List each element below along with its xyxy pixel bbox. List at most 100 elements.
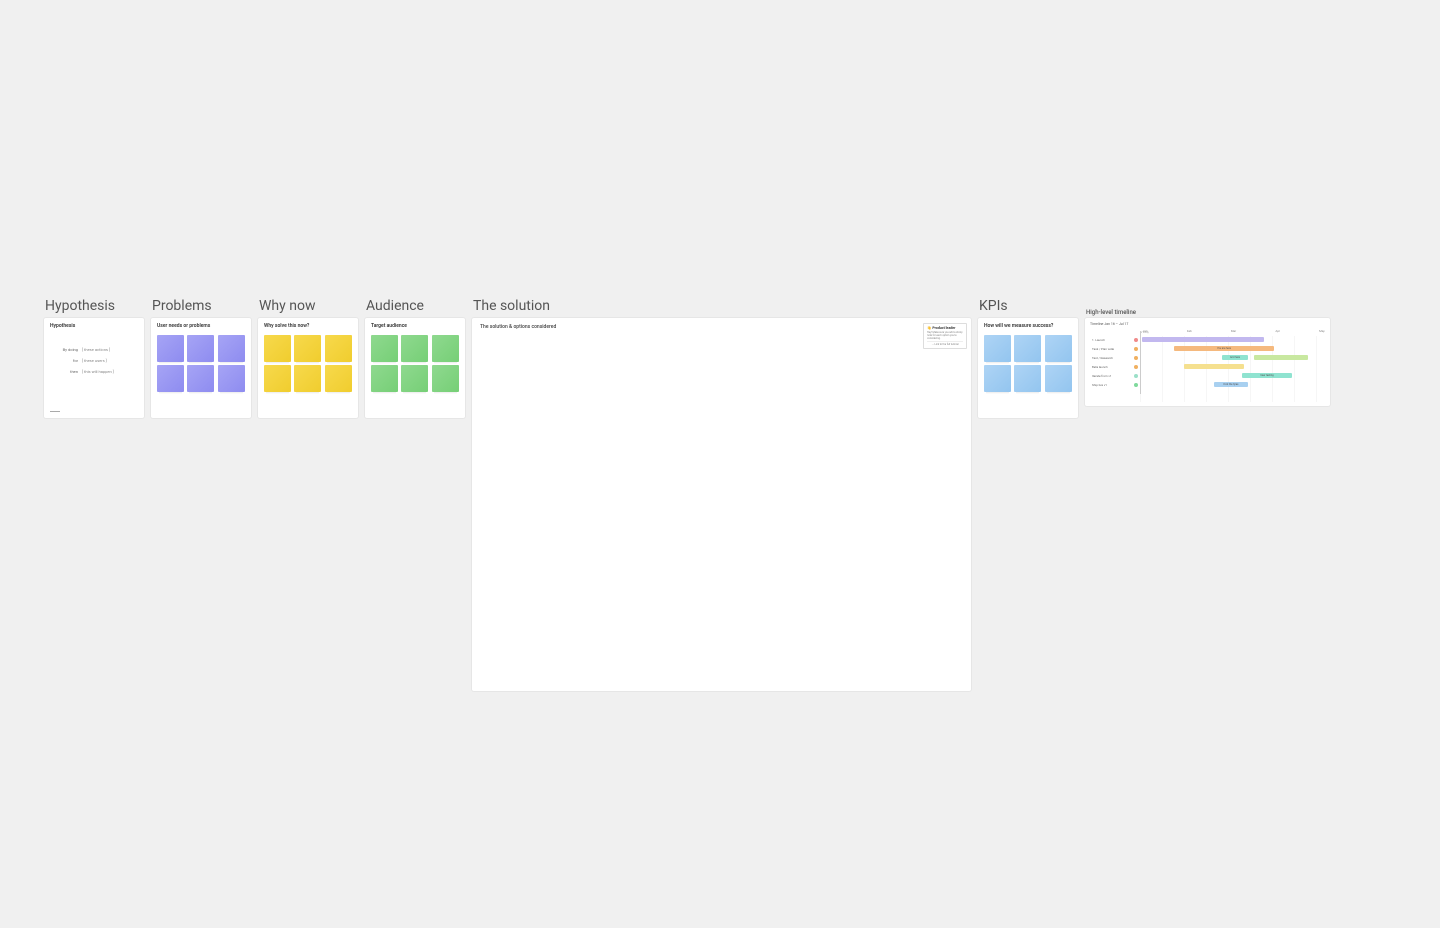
timeline-bars bbox=[1142, 362, 1325, 371]
section-title-solution: The solution bbox=[472, 298, 971, 314]
hypothesis-footer-line bbox=[50, 411, 60, 412]
frame-audience[interactable]: Target audience bbox=[365, 318, 465, 418]
product-leader-callout[interactable]: 👋Product leader Hey! Make sure you add a… bbox=[923, 323, 967, 349]
status-dot bbox=[1134, 338, 1138, 342]
section-title-whynow: Why now bbox=[258, 298, 358, 314]
sticky-note[interactable] bbox=[1014, 365, 1041, 392]
frame-title: How will we measure success? bbox=[984, 323, 1072, 329]
timeline-row[interactable]: Ship live v1 Kick the tyres bbox=[1090, 380, 1325, 389]
section-title-kpis: KPIs bbox=[978, 298, 1078, 314]
timeline-body: ⊕ today 1. LaunchTask / Plan wideYou are… bbox=[1090, 335, 1325, 389]
sticky-note[interactable] bbox=[157, 365, 184, 392]
sticky-note[interactable] bbox=[1045, 365, 1072, 392]
timeline-row[interactable]: Beta launch bbox=[1090, 362, 1325, 371]
frame-title: Hypothesis bbox=[50, 323, 138, 329]
timeline-bars: And here bbox=[1142, 353, 1325, 362]
timeline-bar[interactable]: You are here bbox=[1174, 346, 1274, 351]
section-title-problems: Problems bbox=[151, 298, 251, 314]
status-dot bbox=[1134, 365, 1138, 369]
sticky-note[interactable] bbox=[294, 335, 321, 362]
timeline-row[interactable]: Test / Research And here bbox=[1090, 353, 1325, 362]
sticky-note[interactable] bbox=[371, 335, 398, 362]
sticky-note[interactable] bbox=[264, 335, 291, 362]
timeline-row-label: Iterate from v1 bbox=[1090, 374, 1130, 378]
sticky-grid bbox=[984, 335, 1072, 392]
sticky-note[interactable] bbox=[218, 335, 245, 362]
timeline-row-label: Ship live v1 bbox=[1090, 383, 1130, 387]
frame-title: Why solve this now? bbox=[264, 323, 352, 329]
timeline-row[interactable]: Task / Plan wide You are here bbox=[1090, 344, 1325, 353]
column-whynow: Why now Why solve this now? bbox=[258, 298, 358, 418]
sticky-note[interactable] bbox=[187, 335, 214, 362]
frame-solution[interactable]: The solution & options considered 👋Produ… bbox=[472, 318, 971, 691]
sticky-note[interactable] bbox=[325, 365, 352, 392]
hypothesis-rows: By doing[ these actions ] for[ these use… bbox=[50, 347, 138, 374]
timeline-bars bbox=[1142, 335, 1325, 344]
timeline-bar[interactable]: Kick the tyres bbox=[1214, 382, 1248, 387]
status-dot bbox=[1134, 347, 1138, 351]
frame-hypothesis[interactable]: Hypothesis By doing[ these actions ] for… bbox=[44, 318, 144, 418]
status-dot bbox=[1134, 383, 1138, 387]
sticky-note[interactable] bbox=[984, 335, 1011, 362]
timeline-subheader: Timeline Jan 16 – Jul 17 bbox=[1090, 322, 1325, 326]
section-title-audience: Audience bbox=[365, 298, 465, 314]
sticky-note[interactable] bbox=[371, 365, 398, 392]
sticky-grid bbox=[371, 335, 459, 392]
column-kpis: KPIs How will we measure success? bbox=[978, 298, 1078, 418]
timeline-bar[interactable] bbox=[1254, 355, 1308, 360]
sticky-note[interactable] bbox=[984, 365, 1011, 392]
sticky-note[interactable] bbox=[157, 335, 184, 362]
sticky-note[interactable] bbox=[187, 365, 214, 392]
hypothesis-row: for[ these users ] bbox=[56, 358, 138, 363]
timeline-bars: User testing bbox=[1142, 371, 1325, 380]
timeline-row[interactable]: 1. Launch bbox=[1090, 335, 1325, 344]
timeline-bars: You are here bbox=[1142, 344, 1325, 353]
hypothesis-row: By doing[ these actions ] bbox=[56, 347, 138, 352]
frame-problems[interactable]: User needs or problems bbox=[151, 318, 251, 418]
timeline-row-label: Test / Research bbox=[1090, 356, 1130, 360]
frame-title: The solution & options considered bbox=[480, 324, 963, 330]
sticky-note[interactable] bbox=[294, 365, 321, 392]
hypothesis-row: then[ this will happen ] bbox=[56, 369, 138, 374]
callout-body: Hey! Make sure you add a sticky note for… bbox=[927, 331, 963, 340]
timeline-tracks: 1. Launch Task / Plan wide You are here Tes… bbox=[1090, 335, 1325, 389]
frame-title: User needs or problems bbox=[157, 323, 245, 329]
timeline-row-label: 1. Launch bbox=[1090, 338, 1130, 342]
today-marker: ⊕ today bbox=[1140, 331, 1174, 334]
sticky-note[interactable] bbox=[325, 335, 352, 362]
timeline-row-label: Beta launch bbox=[1090, 365, 1130, 369]
timeline-bar[interactable]: And here bbox=[1222, 355, 1248, 360]
frame-kpis[interactable]: How will we measure success? bbox=[978, 318, 1078, 418]
sticky-grid bbox=[157, 335, 245, 392]
timeline-row-label: Task / Plan wide bbox=[1090, 347, 1130, 351]
callout-heading: 👋Product leader bbox=[927, 326, 963, 330]
timeline-bar[interactable] bbox=[1184, 364, 1244, 369]
timeline-bar[interactable]: User testing bbox=[1242, 373, 1292, 378]
column-problems: Problems User needs or problems bbox=[151, 298, 251, 418]
sticky-note[interactable] bbox=[218, 365, 245, 392]
column-audience: Audience Target audience bbox=[365, 298, 465, 418]
timeline-bar[interactable] bbox=[1142, 337, 1264, 342]
sticky-note[interactable] bbox=[432, 365, 459, 392]
wave-icon: 👋 bbox=[927, 326, 931, 330]
column-solution: The solution The solution & options cons… bbox=[472, 298, 971, 691]
column-timeline: High-level timeline Timeline Jan 16 – Ju… bbox=[1085, 309, 1330, 406]
canvas[interactable]: Hypothesis Hypothesis By doing[ these ac… bbox=[44, 298, 1330, 691]
status-dot bbox=[1134, 356, 1138, 360]
sticky-note[interactable] bbox=[264, 365, 291, 392]
sticky-note[interactable] bbox=[1014, 335, 1041, 362]
status-dot bbox=[1134, 374, 1138, 378]
sticky-note[interactable] bbox=[401, 365, 428, 392]
frame-whynow[interactable]: Why solve this now? bbox=[258, 318, 358, 418]
callout-link[interactable]: → Link to the full tutorial bbox=[927, 341, 963, 346]
sticky-note[interactable] bbox=[401, 335, 428, 362]
timeline-row[interactable]: Iterate from v1 User testing bbox=[1090, 371, 1325, 380]
section-title-hypothesis: Hypothesis bbox=[44, 298, 144, 314]
timeline-section-title: High-level timeline bbox=[1085, 309, 1330, 316]
frame-title: Target audience bbox=[371, 323, 459, 329]
sticky-note[interactable] bbox=[432, 335, 459, 362]
sticky-note[interactable] bbox=[1045, 335, 1072, 362]
frame-timeline[interactable]: Timeline Jan 16 – Jul 17 Jan Feb Mar Apr… bbox=[1085, 318, 1330, 406]
column-hypothesis: Hypothesis Hypothesis By doing[ these ac… bbox=[44, 298, 144, 418]
sticky-grid bbox=[264, 335, 352, 392]
